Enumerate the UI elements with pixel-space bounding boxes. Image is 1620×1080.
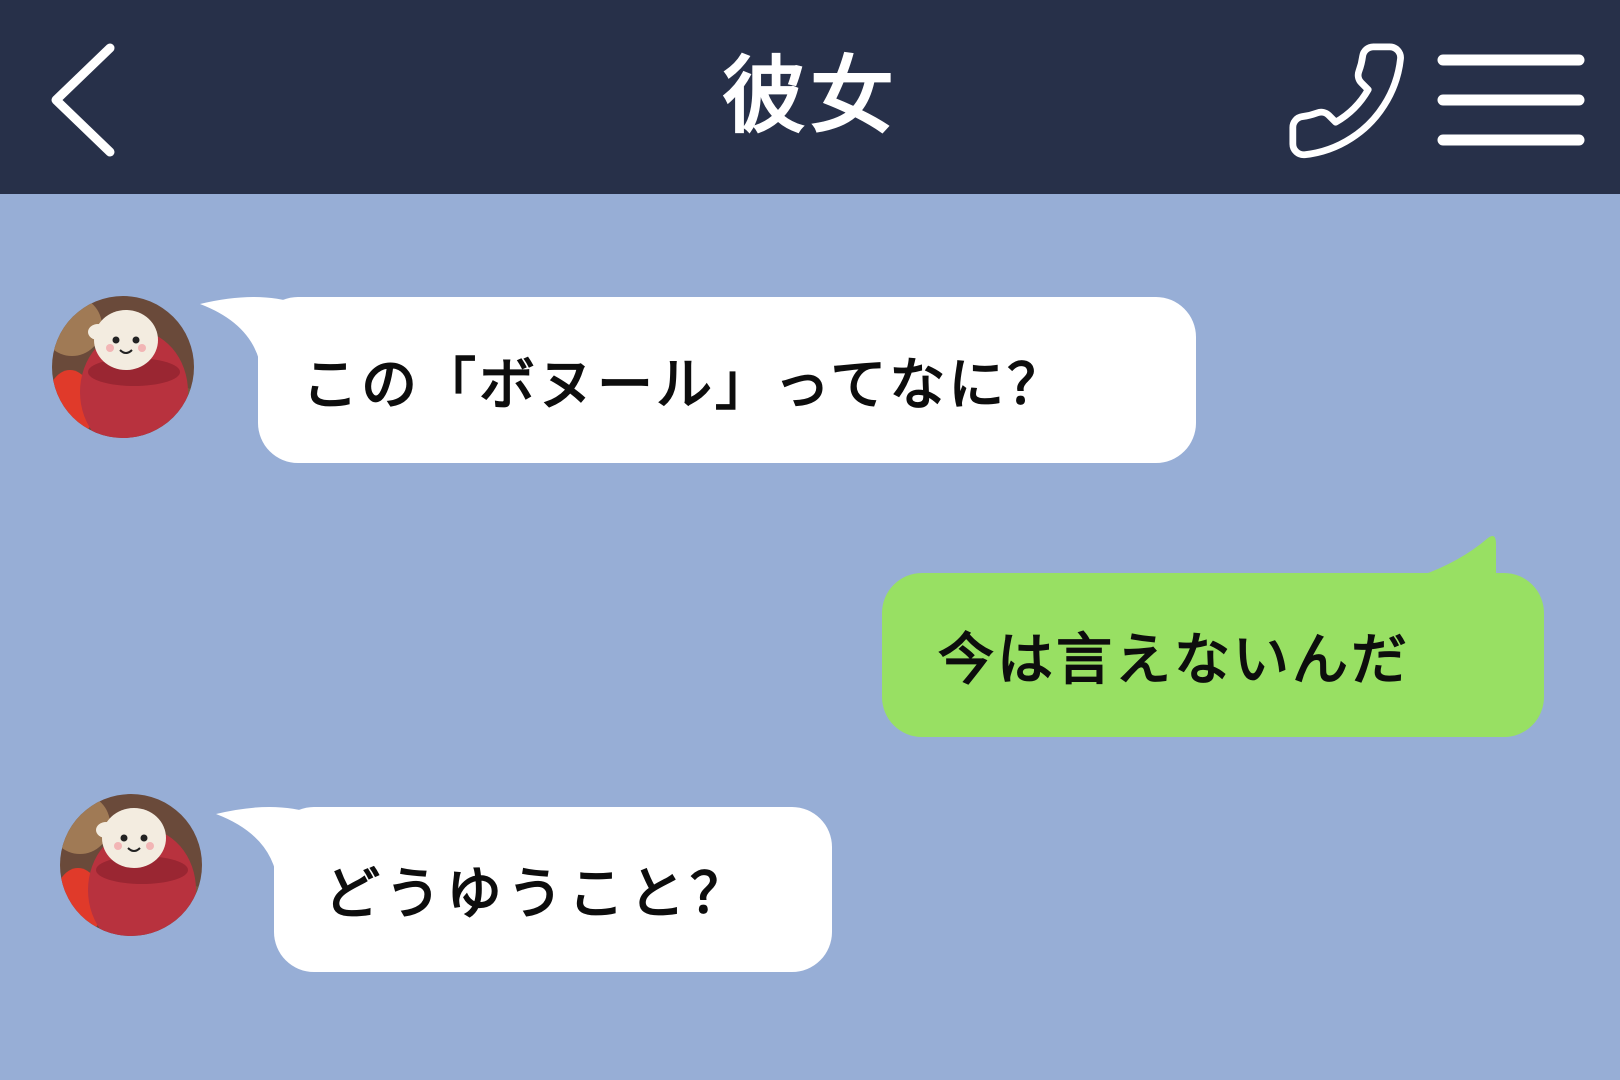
contact-avatar[interactable] <box>52 296 194 438</box>
message-text: どうゆうこと？ <box>324 862 751 927</box>
chat-title: 彼女 <box>721 47 898 145</box>
chevron-left-icon <box>51 43 115 157</box>
contact-avatar[interactable] <box>60 794 202 936</box>
outgoing-message-bubble[interactable]: 今は言えないんだ <box>882 573 1544 737</box>
incoming-message-bubble[interactable]: どうゆうこと？ <box>274 807 832 972</box>
avatar-image <box>60 794 202 936</box>
menu-button[interactable] <box>1436 48 1586 152</box>
message-text: この「ボヌール」ってなに？ <box>302 352 1067 418</box>
phone-icon <box>1289 43 1404 159</box>
chat-header: 彼女 <box>0 0 1620 194</box>
message-text: 今は言えないんだ <box>938 627 1410 693</box>
hamburger-menu-icon <box>1437 54 1585 146</box>
avatar-image <box>52 296 194 438</box>
incoming-message-bubble[interactable]: この「ボヌール」ってなに？ <box>258 297 1196 463</box>
call-button[interactable] <box>1282 36 1412 166</box>
back-button[interactable] <box>40 36 130 166</box>
chat-screen: 彼女 この「ボヌール」ってなに？ 今は言えないんだ どうゆうこと？ <box>0 0 1620 1080</box>
